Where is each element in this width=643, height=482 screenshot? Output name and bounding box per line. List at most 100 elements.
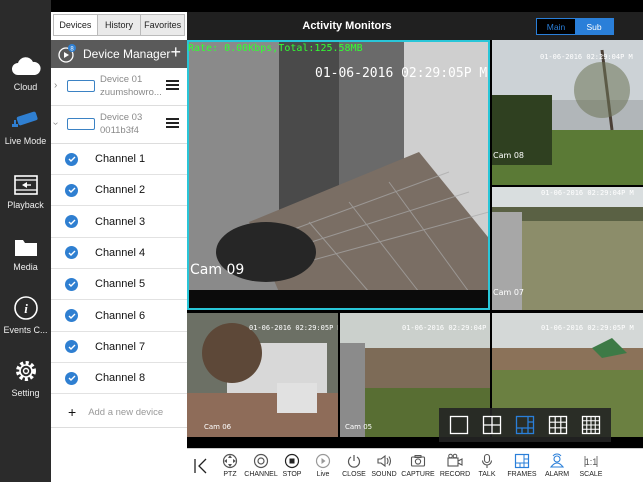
layout-1x1-icon[interactable] — [449, 415, 469, 435]
rail-item-live-mode[interactable]: Live Mode — [0, 92, 51, 146]
add-device-row[interactable]: + Add a new device — [51, 397, 187, 428]
scale-button[interactable]: 1:1 SCALE — [573, 453, 609, 478]
channel-label: Channel 1 — [95, 153, 146, 165]
tab-history[interactable]: History — [97, 15, 142, 35]
channel-row[interactable]: Channel 8 — [51, 363, 187, 395]
camera-label: Cam 07 — [493, 288, 525, 297]
channel-row[interactable]: Channel 3 — [51, 206, 187, 238]
channel-row[interactable]: Channel 2 — [51, 175, 187, 207]
rail-label: Playback — [7, 200, 44, 210]
frame-layout-popup — [439, 408, 611, 442]
camera-label: Cam 09 — [190, 262, 245, 278]
checkmark-icon[interactable] — [65, 309, 78, 322]
checkmark-icon[interactable] — [65, 183, 78, 197]
record-button[interactable]: RECORD — [437, 453, 473, 478]
device-menu-icon[interactable] — [166, 80, 179, 92]
ptz-icon — [222, 453, 238, 469]
camera-timestamp: 01-06-2016 02:29:04P M — [540, 53, 633, 61]
toolbar-label: STOP — [282, 471, 302, 478]
live-icon — [315, 453, 331, 469]
channel-row[interactable]: Channel 5 — [51, 269, 187, 301]
device-name: Device 01 — [100, 74, 143, 85]
alarm-icon — [549, 453, 565, 468]
gear-icon — [15, 361, 36, 381]
channel-label: Channel 5 — [95, 278, 146, 291]
rail-item-cloud[interactable]: Cloud — [0, 38, 51, 92]
layout-1plus5-icon[interactable] — [515, 415, 535, 435]
device-menu-icon[interactable] — [166, 118, 179, 130]
channel-label: Channel 4 — [95, 246, 146, 259]
plus-icon: + — [68, 404, 77, 420]
video-tile[interactable]: Cam 08 01-06-2016 02:29:04P M — [492, 40, 643, 185]
alarm-button[interactable]: ALARM — [539, 453, 575, 478]
rail-label: Events C... — [3, 325, 48, 335]
rail-item-events[interactable]: i Events C... — [0, 281, 51, 335]
folder-icon — [14, 240, 37, 256]
channel-label: Channel 6 — [95, 309, 146, 322]
toolbar-label: TALK — [478, 471, 496, 478]
camera-scene — [492, 40, 643, 185]
rail-label: Media — [13, 262, 38, 272]
sound-icon — [377, 454, 392, 468]
toolbar-label: FRAMES — [507, 471, 537, 478]
rail-label: Setting — [11, 388, 40, 398]
frames-button[interactable]: FRAMES — [504, 453, 540, 478]
svg-text:i: i — [24, 301, 28, 316]
checkmark-icon[interactable] — [65, 340, 78, 354]
layout-2x2-icon[interactable] — [482, 415, 502, 435]
bitrate-readout: Rate: 0.00Kbps,Total:125.58MB — [188, 43, 363, 54]
device-name: Device 03 — [100, 112, 143, 123]
device-row[interactable]: › Device 01 zuumshowro... — [51, 68, 187, 106]
channel-label: Channel 8 — [95, 372, 146, 385]
channel-row[interactable]: Channel 6 — [51, 300, 187, 332]
camera-timestamp: 01-06-2016 02:29:05P M — [249, 324, 338, 332]
stream-main-button[interactable]: Main — [537, 19, 575, 34]
chevron-right-icon[interactable]: › — [54, 80, 57, 91]
toolbar-label: SOUND — [371, 471, 397, 478]
checkmark-icon[interactable] — [65, 152, 78, 166]
camera-timestamp: 01-06-2016 02:29:04P M — [402, 324, 490, 332]
talk-button[interactable]: TALK — [469, 453, 505, 478]
rail-item-playback[interactable]: Playback — [0, 156, 51, 210]
chevron-down-icon[interactable]: › — [50, 122, 61, 125]
video-tile-large[interactable]: Cam 09 01-06-2016 02:29:05P M — [187, 40, 490, 310]
video-tile[interactable]: Cam 07 01-06-2016 02:29:04P M — [492, 187, 643, 310]
checkmark-icon[interactable] — [65, 215, 78, 229]
toolbar-label: CHANNEL — [244, 471, 278, 478]
add-device-plus-icon[interactable]: + — [170, 42, 181, 63]
sound-button[interactable]: SOUND — [366, 453, 402, 478]
rail-item-setting[interactable]: Setting — [0, 344, 51, 398]
checkmark-icon[interactable] — [65, 371, 78, 385]
svg-text:1:1: 1:1 — [585, 457, 598, 467]
toolbar-label: SCALE — [579, 471, 603, 478]
channel-row[interactable]: Channel 1 — [51, 144, 187, 175]
scale-icon: 1:1 — [584, 456, 598, 467]
camera-label: Cam 05 — [345, 423, 373, 431]
channel-row[interactable]: Channel 7 — [51, 331, 187, 363]
channel-label: Channel 2 — [95, 184, 146, 197]
capture-icon — [410, 455, 426, 467]
toolbar-label: RECORD — [439, 471, 471, 478]
device-row[interactable]: › Device 03 0011b3f4 — [50, 106, 187, 144]
stream-sub-button[interactable]: Sub — [575, 19, 613, 34]
checkmark-icon[interactable] — [65, 246, 78, 260]
toolbar-label: CAPTURE — [401, 471, 435, 478]
channel-row[interactable]: Channel 4 — [51, 237, 187, 269]
tab-devices[interactable]: Devices — [54, 15, 98, 35]
dvr-icon — [67, 118, 95, 130]
video-tile[interactable]: Cam 06 01-06-2016 02:29:05P M — [187, 313, 338, 437]
layout-3x3-icon[interactable] — [548, 415, 568, 435]
bottom-toolbar: PTZ CHANNEL STOP Live CLOSE SOUND CAPTUR… — [187, 448, 643, 482]
tab-favorites[interactable]: Favorites — [141, 15, 185, 35]
top-bar: Activity Monitors Main Sub — [187, 12, 643, 40]
camera-icon — [11, 111, 38, 127]
device-manager-icon[interactable]: 8 — [57, 44, 77, 64]
stop-icon — [284, 453, 300, 469]
record-icon — [447, 453, 463, 467]
checkmark-icon[interactable] — [65, 277, 78, 291]
camera-timestamp: 01-06-2016 02:29:05P M — [541, 324, 634, 332]
capture-button[interactable]: CAPTURE — [400, 453, 436, 478]
channel-label: Channel 3 — [95, 215, 146, 228]
rail-item-media[interactable]: Media — [0, 218, 51, 272]
layout-4x4-icon[interactable] — [581, 415, 601, 435]
